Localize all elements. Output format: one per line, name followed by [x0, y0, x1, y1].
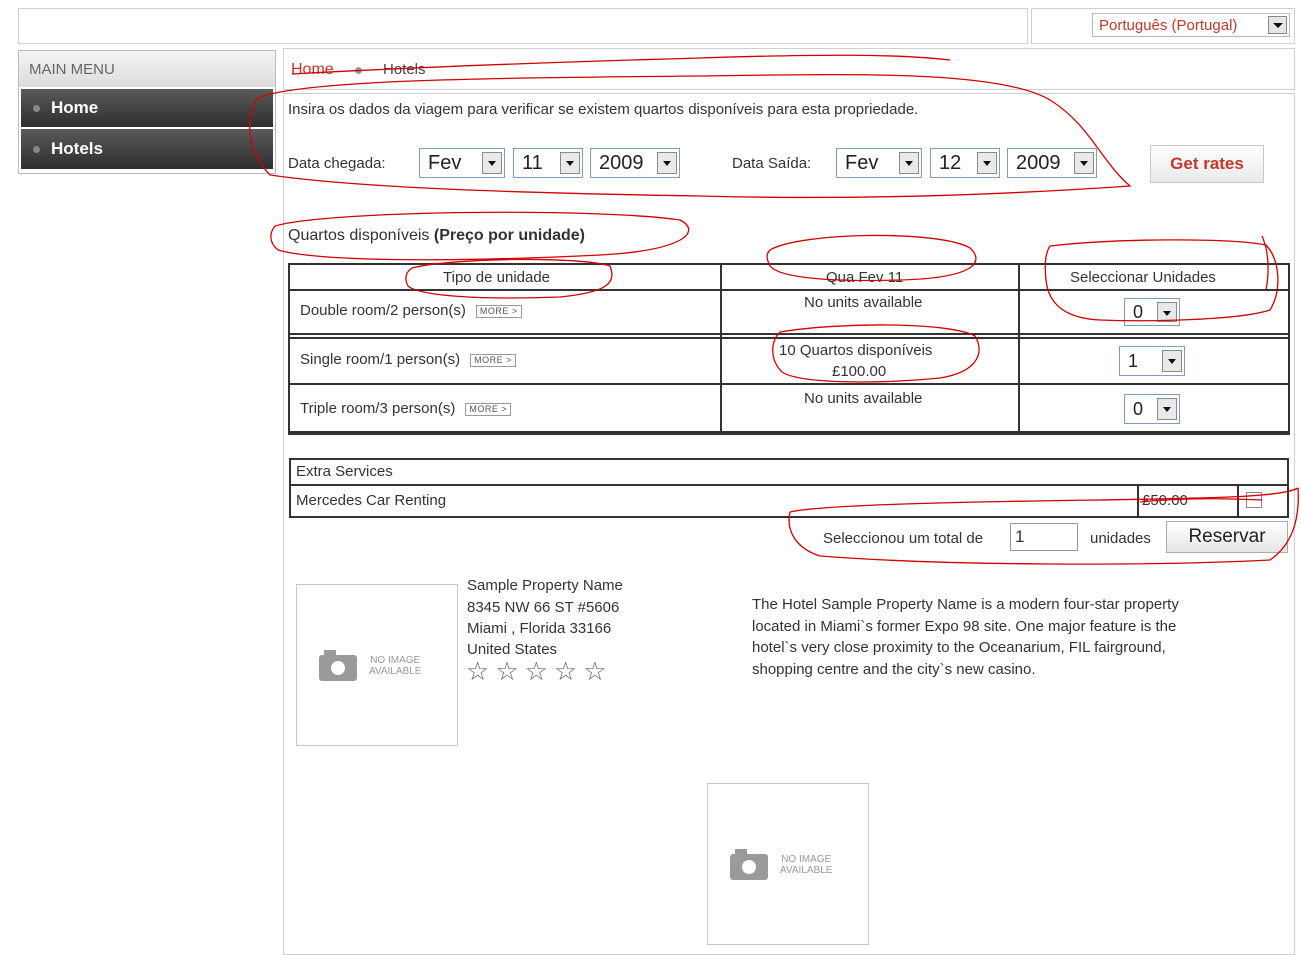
annotation-rooms-heading-loop: [270, 211, 690, 261]
annotation-overlay: [249, 54, 1299, 565]
annotation-breadcrumb-line: [291, 54, 951, 75]
annotation-select-units-loop: [1044, 239, 1279, 322]
annotation-unit-type-loop: [405, 258, 613, 299]
annotation-date-loop: [766, 234, 977, 282]
annotation-availability-loop: [772, 324, 980, 383]
annotation-booking-loop: [249, 73, 1132, 199]
